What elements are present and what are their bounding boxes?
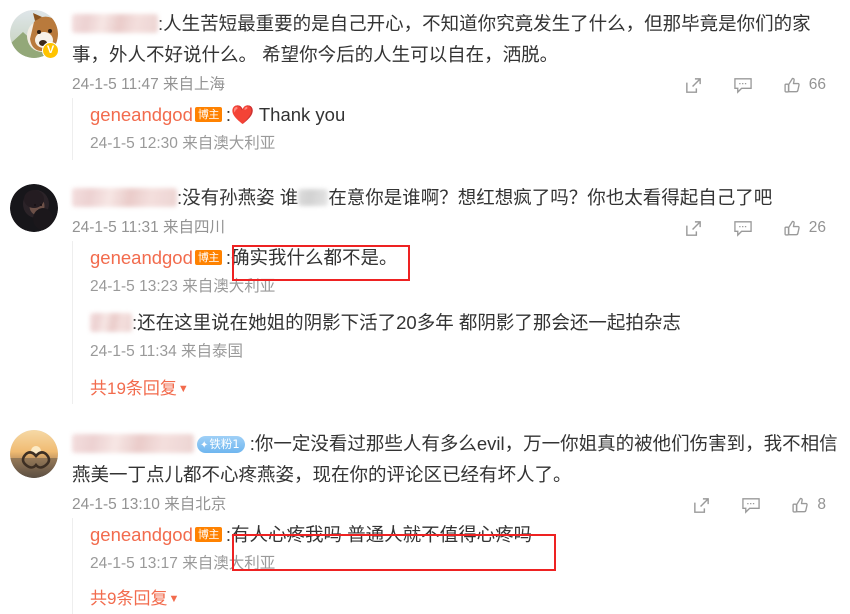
comment-meta-row: 24-1-5 11:47 来自上海 66 (72, 72, 838, 98)
reply-timestamp: 24-1-5 13:17 来自澳大利亚 (90, 555, 276, 572)
reply-author[interactable]: geneandgod (90, 247, 193, 268)
like-button[interactable]: 26 (783, 219, 826, 238)
reply-text-content: :有人心疼我吗 普通人就不值得心疼吗 (225, 524, 533, 545)
redacted-username[interactable] (72, 434, 194, 453)
more-replies-label: 共9条回复 (90, 589, 168, 608)
avatar[interactable]: V (10, 10, 59, 59)
reply-item: geneandgod 博主:❤️ Thank you 24-1-5 12:30 来… (90, 100, 850, 160)
comment-text-content: :人生苦短最重要的是自己开心，不知道你究竟发生了什么，但那毕竟是你们的家事，外人… (72, 13, 811, 65)
like-button[interactable]: 66 (783, 76, 826, 95)
comment-icon (734, 220, 752, 237)
share-button[interactable] (684, 76, 703, 95)
chevron-down-icon: ▼ (168, 593, 180, 605)
avatar[interactable] (10, 430, 58, 478)
blogger-badge: 博主 (194, 107, 222, 122)
share-button[interactable] (692, 496, 711, 515)
reply-text-content: :确实我什么都不是。 (225, 247, 398, 268)
like-icon (784, 220, 800, 236)
like-count: 66 (808, 76, 826, 93)
flame-icon: ✦ (200, 440, 209, 451)
reply-item: geneandgod 博主:有人心疼我吗 普通人就不值得心疼吗 24-1-5 13… (90, 520, 850, 580)
comment-block: :没有孙燕姿 谁 在意你是谁啊？想红想疯了吗？你也太看得起自己了吧 24-1-5 … (0, 174, 850, 404)
comment-text: :人生苦短最重要的是自己开心，不知道你究竟发生了什么，但那毕竟是你们的家事，外人… (72, 8, 838, 70)
verified-badge-icon: V (42, 42, 59, 59)
like-count: 26 (808, 219, 826, 236)
comment-button[interactable] (741, 496, 761, 515)
like-icon (792, 497, 809, 513)
reply-text-content: :❤️ Thank you (225, 104, 346, 125)
comment-main: :没有孙燕姿 谁 在意你是谁啊？想红想疯了吗？你也太看得起自己了吧 24-1-5 … (0, 174, 850, 241)
reply-author[interactable]: geneandgod (90, 524, 193, 545)
avatar[interactable] (10, 184, 58, 232)
comment-button[interactable] (733, 219, 753, 238)
share-icon (685, 220, 701, 236)
reply-text-content: :还在这里说在她姐的阴影下活了20多年 都阴影了那会还一起拍杂志 (132, 312, 681, 333)
share-button[interactable] (684, 219, 703, 238)
share-icon (694, 497, 710, 513)
comment-main: ✦铁粉1:你一定没看过那些人有多么evil，万一你姐真的被他们伤害到，我不相信燕… (0, 420, 850, 518)
reply-timestamp: 24-1-5 11:34 来自泰国 (90, 343, 244, 360)
reply-text: geneandgod 博主:❤️ Thank you (90, 100, 850, 130)
sunset-heart-avatar[interactable] (10, 430, 58, 478)
show-more-replies-link[interactable]: 共19条回复▼ (90, 374, 189, 404)
redacted-username[interactable] (72, 188, 177, 207)
woman-avatar[interactable] (10, 184, 58, 232)
reply-author[interactable]: geneandgod (90, 104, 193, 125)
reply-list: geneandgod 博主:❤️ Thank you 24-1-5 12:30 来… (72, 98, 850, 160)
reply-item: geneandgod 博主:确实我什么都不是。 24-1-5 13:23 来自澳大… (90, 243, 850, 303)
comment-button[interactable] (733, 76, 753, 95)
chevron-down-icon: ▼ (177, 383, 189, 395)
show-more-replies-link[interactable]: 共9条回复▼ (90, 584, 179, 614)
comment-timestamp: 24-1-5 11:31 来自四川 (72, 219, 226, 236)
comment-actions: 26 (684, 219, 826, 238)
redacted-username[interactable] (90, 313, 132, 332)
comment-body: ✦铁粉1:你一定没看过那些人有多么evil，万一你姐真的被他们伤害到，我不相信燕… (72, 428, 838, 518)
reply-list: geneandgod 博主:有人心疼我吗 普通人就不值得心疼吗 24-1-5 13… (72, 518, 850, 614)
comment-block: ✦铁粉1:你一定没看过那些人有多么evil，万一你姐真的被他们伤害到，我不相信燕… (0, 420, 850, 614)
blogger-badge: 博主 (194, 527, 222, 542)
comment-text: :没有孙燕姿 谁 在意你是谁啊？想红想疯了吗？你也太看得起自己了吧 (72, 182, 838, 213)
reply-text: geneandgod 博主:确实我什么都不是。 (90, 243, 850, 273)
comment-body: :人生苦短最重要的是自己开心，不知道你究竟发生了什么，但那毕竟是你们的家事，外人… (72, 8, 838, 98)
redacted-username[interactable] (72, 14, 158, 33)
comment-actions: 66 (684, 76, 826, 95)
comment-text-part1: :没有孙燕姿 谁 (177, 187, 299, 208)
comment-timestamp: 24-1-5 11:47 来自上海 (72, 76, 226, 93)
reply-text: geneandgod 博主:有人心疼我吗 普通人就不值得心疼吗 (90, 520, 850, 550)
comment-text-part2: 在意你是谁啊？想红想疯了吗？你也太看得起自己了吧 (328, 187, 773, 208)
blogger-badge: 博主 (194, 250, 222, 265)
share-icon (685, 77, 701, 93)
reply-list: geneandgod 博主:确实我什么都不是。 24-1-5 13:23 来自澳大… (72, 241, 850, 404)
reply-timestamp: 24-1-5 13:23 来自澳大利亚 (90, 278, 276, 295)
comment-text: ✦铁粉1:你一定没看过那些人有多么evil，万一你姐真的被他们伤害到，我不相信燕… (72, 428, 838, 490)
comment-block: V :人生苦短最重要的是自己开心，不知道你究竟发生了什么，但那毕竟是你们的家事，… (0, 0, 850, 160)
comment-body: :没有孙燕姿 谁 在意你是谁啊？想红想疯了吗？你也太看得起自己了吧 24-1-5 … (72, 182, 838, 241)
more-replies-label: 共19条回复 (90, 379, 177, 398)
like-icon (784, 77, 800, 93)
comment-meta-row: 24-1-5 11:31 来自四川 26 (72, 215, 838, 241)
fan-level-badge: ✦铁粉1 (197, 436, 245, 453)
comment-actions: 8 (692, 496, 826, 515)
comment-feed: V :人生苦短最重要的是自己开心，不知道你究竟发生了什么，但那毕竟是你们的家事，… (0, 0, 850, 614)
reply-item: :还在这里说在她姐的阴影下活了20多年 都阴影了那会还一起拍杂志 24-1-5 … (90, 308, 850, 368)
reply-timestamp: 24-1-5 12:30 来自澳大利亚 (90, 135, 276, 152)
comment-main: V :人生苦短最重要的是自己开心，不知道你究竟发生了什么，但那毕竟是你们的家事，… (0, 0, 850, 98)
comment-icon (734, 77, 752, 94)
reply-text: :还在这里说在她姐的阴影下活了20多年 都阴影了那会还一起拍杂志 (90, 308, 850, 338)
comment-icon (742, 497, 761, 514)
comment-timestamp: 24-1-5 13:10 来自北京 (72, 496, 227, 513)
like-button[interactable]: 8 (791, 496, 826, 515)
fan-badge-label: 铁粉1 (209, 437, 240, 451)
comment-meta-row: 24-1-5 13:10 来自北京 8 (72, 492, 838, 518)
like-count: 8 (817, 496, 826, 513)
redacted-word (298, 189, 329, 206)
